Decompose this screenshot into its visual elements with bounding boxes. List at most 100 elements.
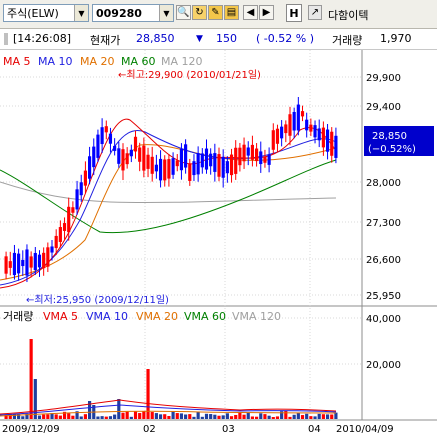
- candle-body: [330, 131, 334, 156]
- candle-body: [71, 207, 75, 213]
- candle-body: [321, 127, 325, 148]
- arrow-icon[interactable]: ↗: [308, 5, 322, 20]
- candle-body: [54, 235, 58, 249]
- volume-bar: [125, 411, 129, 419]
- candle-body: [229, 154, 234, 176]
- candle-body: [117, 148, 121, 164]
- candle-body: [21, 259, 25, 267]
- candle-body: [17, 253, 21, 274]
- candle-body: [184, 144, 188, 168]
- candle-body: [334, 135, 338, 158]
- volume-bar: [150, 412, 154, 419]
- candle-body: [267, 154, 271, 165]
- chart-icon[interactable]: ▤: [224, 5, 239, 20]
- candle-body: [221, 156, 225, 178]
- refresh-icon[interactable]: ↻: [192, 5, 207, 20]
- volume-bar: [325, 414, 330, 419]
- volume-bar: [213, 414, 217, 419]
- stock-name: 다함이텍: [328, 9, 369, 22]
- legend-ma60: MA 60: [121, 55, 156, 68]
- volume-bar: [171, 411, 175, 419]
- volume-bar: [71, 415, 75, 419]
- candle-body: [325, 129, 330, 152]
- volume-bar: [67, 413, 71, 419]
- candle-body: [171, 158, 175, 175]
- candle-body: [62, 223, 67, 231]
- candle-body: [242, 144, 246, 162]
- date-tick: 2009/12/09: [2, 424, 60, 435]
- candle-body: [204, 148, 209, 170]
- volume-bar: [21, 416, 25, 419]
- volume-bar: [330, 414, 334, 419]
- price-label: 현재가: [90, 34, 121, 47]
- volume-bar: [255, 416, 259, 419]
- code-input[interactable]: 009280 ▼: [92, 4, 174, 22]
- candle-body: [188, 163, 192, 181]
- memo-icon[interactable]: ✎: [208, 5, 223, 20]
- volume-bar: [154, 413, 158, 419]
- market-select[interactable]: 주식(ELW) ▼: [3, 4, 89, 22]
- candle-body: [213, 153, 217, 172]
- candle-body: [96, 134, 100, 158]
- volume-bar: [209, 414, 213, 419]
- chevron-down-icon[interactable]: ▼: [159, 5, 173, 21]
- volume-bar: [229, 416, 234, 419]
- volume-bar: [163, 414, 167, 419]
- candle-body: [150, 156, 154, 174]
- date-tick: 2010/04/09: [336, 424, 394, 435]
- volume-bar: [221, 415, 225, 419]
- volume-bar: [284, 411, 288, 419]
- candle-body: [292, 111, 296, 131]
- volume-tick: 40,000: [366, 314, 401, 325]
- price-chart[interactable]: MA 5 MA 10 MA 20 MA 60 MA 120 ←최고:29,900…: [0, 50, 437, 437]
- candle-body: [100, 127, 104, 145]
- candle-body: [33, 252, 37, 271]
- candle-body: [104, 126, 108, 133]
- volume-bar: [313, 416, 317, 419]
- price-tick: 25,950: [366, 291, 401, 302]
- legend-ma20: MA 20: [80, 55, 115, 68]
- candle-body: [209, 153, 213, 167]
- search-icon[interactable]: 🔍: [176, 5, 191, 20]
- low-annotation: ←최저:25,950 (2009/12/11일): [26, 294, 169, 306]
- volume-bar: [117, 399, 121, 419]
- candle-body: [313, 125, 317, 138]
- candle-body: [8, 261, 12, 268]
- volume-bar: [42, 414, 46, 419]
- candle-body: [154, 164, 158, 172]
- candle-body: [259, 151, 263, 165]
- candle-body: [125, 153, 129, 165]
- candle-body: [200, 153, 204, 168]
- candle-body: [250, 144, 254, 160]
- candle-body: [133, 136, 138, 152]
- volume-bar: [288, 416, 292, 419]
- next-arrow-icon[interactable]: ▶: [259, 5, 274, 20]
- candle-body: [83, 170, 87, 186]
- volume-bar: [259, 413, 263, 419]
- current-price-box-pct: (−0.52%): [368, 144, 416, 155]
- candle-body: [255, 148, 259, 162]
- volume-bar: [334, 412, 338, 419]
- volume-bar: [204, 413, 209, 419]
- volume-bar: [167, 415, 171, 419]
- volume-bar: [58, 415, 62, 419]
- candle-body: [46, 247, 50, 267]
- candle-body: [29, 256, 33, 268]
- volume-value: 1,970: [380, 32, 412, 45]
- volume-bar: [250, 416, 254, 419]
- prev-arrow-icon[interactable]: ◀: [243, 5, 258, 20]
- candle-body: [92, 146, 96, 168]
- candle-body: [271, 130, 275, 150]
- candle-body: [167, 159, 171, 179]
- price-change: 150: [216, 32, 237, 45]
- chart-area[interactable]: MA 5 MA 10 MA 20 MA 60 MA 120 ←최고:29,900…: [0, 50, 437, 437]
- legend-ma5: MA 5: [3, 55, 31, 68]
- volume-bar: [225, 413, 229, 419]
- ma120-line: [0, 181, 337, 204]
- h-button[interactable]: H: [286, 4, 302, 22]
- chart-window: 주식(ELW) ▼ 009280 ▼ 🔍 ↻ ✎ ▤ ◀ ▶ H ↗ 다함이텍 …: [0, 0, 437, 437]
- volume-bar: [267, 415, 271, 419]
- volume-bar: [321, 414, 325, 419]
- candle-body: [196, 153, 200, 175]
- chevron-down-icon[interactable]: ▼: [74, 5, 88, 21]
